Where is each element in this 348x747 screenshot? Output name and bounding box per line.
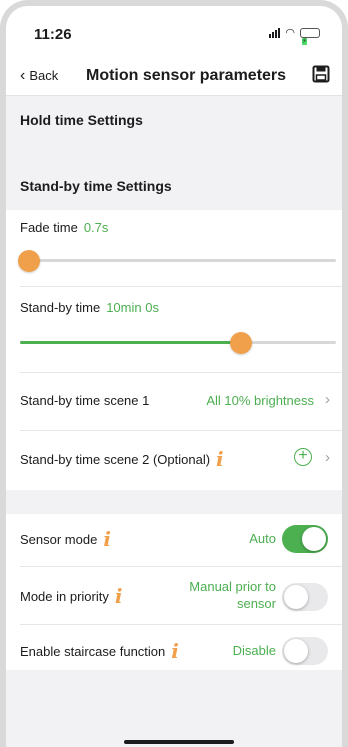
phone-frame: 11:26 ◠ ⚡ ‹ Back Motion sensor parameter… bbox=[0, 0, 348, 747]
mode-priority-value: Manual prior to sensor bbox=[189, 578, 276, 612]
fade-time-value: 0.7s bbox=[83, 220, 109, 235]
chevron-right-icon: › bbox=[325, 391, 330, 408]
page-title: Motion sensor parameters bbox=[86, 67, 287, 84]
sensor-mode-value: Auto bbox=[249, 531, 276, 546]
chevron-left-icon: ‹ bbox=[20, 67, 26, 84]
slider-thumb[interactable] bbox=[230, 332, 253, 354]
toggle-knob bbox=[284, 585, 308, 609]
save-icon[interactable] bbox=[312, 65, 330, 83]
mode-priority-toggle[interactable] bbox=[282, 583, 328, 611]
staircase-row: Enable staircase function i Disable bbox=[6, 626, 342, 676]
scene1-label: Stand-by time scene 1 bbox=[20, 393, 150, 408]
toggle-knob bbox=[302, 527, 326, 551]
divider bbox=[20, 372, 342, 373]
info-icon[interactable]: i bbox=[171, 641, 179, 661]
scene1-value: All 10% brightness bbox=[206, 393, 314, 408]
wifi-icon: ◠ bbox=[285, 27, 295, 39]
scene1-row[interactable]: Stand-by time scene 1 All 10% brightness… bbox=[6, 378, 342, 424]
nav-bar: ‹ Back Motion sensor parameters bbox=[6, 54, 342, 96]
mode-priority-value-line2: sensor bbox=[236, 596, 276, 611]
back-label: Back bbox=[29, 68, 59, 83]
staircase-toggle[interactable] bbox=[282, 637, 328, 665]
divider bbox=[20, 286, 342, 287]
standby-time-title: Stand-by time bbox=[20, 300, 101, 315]
staircase-value: Disable bbox=[232, 643, 276, 658]
staircase-title: Enable staircase function bbox=[20, 643, 166, 659]
info-icon[interactable]: i bbox=[115, 586, 123, 606]
divider bbox=[20, 624, 342, 625]
standby-time-label: Stand-by time 10min 0s bbox=[20, 300, 159, 315]
add-icon[interactable]: + bbox=[294, 448, 312, 466]
section-header-hold-time: Hold time Settings bbox=[6, 96, 342, 144]
mode-priority-title: Mode in priority bbox=[20, 588, 109, 604]
section-spacer bbox=[6, 144, 342, 162]
standby-time-value: 10min 0s bbox=[106, 300, 159, 315]
battery-icon: ⚡ bbox=[300, 28, 320, 45]
mode-priority-label: Mode in priority i bbox=[20, 586, 123, 606]
signal-icon bbox=[269, 28, 281, 38]
divider bbox=[20, 430, 342, 431]
scene2-title: Stand-by time scene 2 (Optional) bbox=[20, 451, 211, 467]
mode-priority-row: Mode in priority i Manual prior to senso… bbox=[6, 568, 342, 618]
status-time: 11:26 bbox=[34, 26, 72, 43]
home-indicator bbox=[124, 740, 234, 744]
mode-priority-value-line1: Manual prior to bbox=[189, 579, 276, 594]
section-spacer bbox=[6, 490, 342, 514]
fade-time-label: Fade time 0.7s bbox=[20, 220, 108, 235]
battery-charging-icon: ⚡ bbox=[302, 38, 307, 45]
standby-time-slider[interactable] bbox=[20, 332, 336, 354]
fade-time-slider[interactable] bbox=[18, 250, 336, 272]
slider-thumb[interactable] bbox=[18, 250, 41, 272]
info-icon[interactable]: i bbox=[216, 449, 224, 469]
toggle-knob bbox=[284, 639, 308, 663]
status-bar: 11:26 ◠ ⚡ bbox=[6, 6, 342, 54]
chevron-right-icon: › bbox=[325, 449, 330, 466]
slider-track bbox=[20, 259, 336, 262]
sensor-mode-row: Sensor mode i Auto bbox=[6, 514, 342, 564]
bottom-area bbox=[6, 670, 342, 747]
scene2-label: Stand-by time scene 2 (Optional) i bbox=[20, 449, 224, 469]
status-icons: ◠ ⚡ bbox=[269, 27, 320, 45]
divider bbox=[20, 566, 342, 567]
staircase-label: Enable staircase function i bbox=[20, 641, 179, 661]
back-button[interactable]: ‹ Back bbox=[20, 67, 59, 84]
section-header-standby: Stand-by time Settings bbox=[6, 162, 342, 210]
sensor-mode-toggle[interactable] bbox=[282, 525, 328, 553]
slider-fill bbox=[20, 341, 242, 344]
fade-time-title: Fade time bbox=[20, 220, 78, 235]
sensor-mode-label: Sensor mode i bbox=[20, 529, 111, 549]
scene2-row[interactable]: Stand-by time scene 2 (Optional) i + › bbox=[6, 436, 342, 482]
info-icon[interactable]: i bbox=[103, 529, 111, 549]
sensor-mode-title: Sensor mode bbox=[20, 531, 98, 547]
